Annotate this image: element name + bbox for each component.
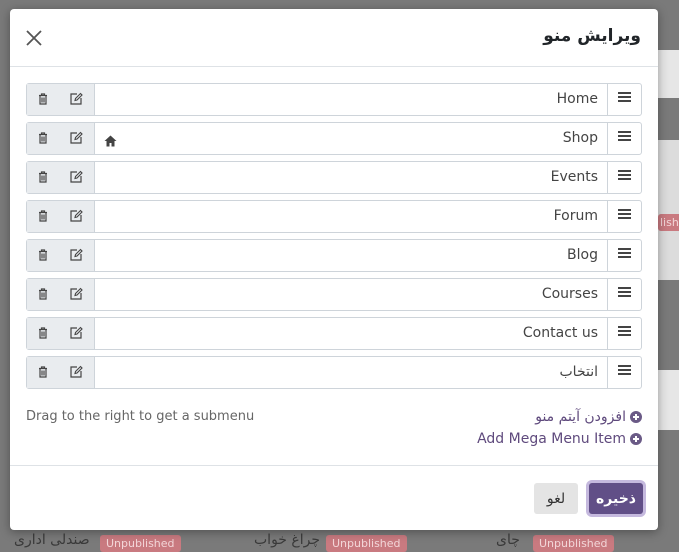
background-card	[658, 140, 679, 280]
edit-icon	[70, 248, 83, 261]
trash-icon	[39, 210, 47, 222]
menu-item-row[interactable]: Home	[26, 83, 642, 116]
drag-handle-icon	[618, 287, 631, 297]
row-actions	[27, 162, 95, 193]
edit-icon	[70, 287, 83, 300]
drag-handle-icon	[618, 326, 631, 336]
menu-item-row[interactable]: Contact us	[26, 317, 642, 350]
close-button[interactable]	[23, 27, 45, 49]
row-actions	[27, 84, 95, 115]
edit-button[interactable]	[68, 169, 84, 185]
menu-items-list: Home Shop Events Forum Blog Courses Cont…	[26, 83, 642, 395]
product-name: چراغ خواب	[254, 532, 321, 548]
trash-icon	[39, 288, 47, 300]
row-actions	[27, 240, 95, 271]
edit-icon	[70, 131, 83, 144]
edit-icon	[70, 92, 83, 105]
submenu-hint: Drag to the right to get a submenu	[26, 409, 255, 424]
trash-icon	[39, 327, 47, 339]
edit-button[interactable]	[68, 130, 84, 146]
edit-icon	[70, 170, 83, 183]
drag-handle[interactable]	[607, 357, 641, 388]
delete-button[interactable]	[35, 247, 51, 263]
edit-menu-dialog: ویرایش منو Home Shop Events Forum Blog C…	[10, 9, 658, 530]
drag-handle-icon	[618, 365, 631, 375]
plus-circle-icon	[630, 411, 642, 423]
home-icon	[104, 132, 117, 151]
menu-item-row[interactable]: Courses	[26, 278, 642, 311]
drag-handle[interactable]	[607, 84, 641, 115]
menu-item-label: Contact us	[522, 325, 598, 341]
edit-button[interactable]	[68, 325, 84, 341]
background-card	[658, 50, 679, 98]
edit-icon	[70, 365, 83, 378]
drag-handle[interactable]	[607, 162, 641, 193]
add-menu-item-link[interactable]: افزودن آیتم منو	[535, 409, 642, 425]
trash-icon	[39, 93, 47, 105]
product-name: صندلی اداری	[14, 532, 90, 548]
row-actions	[27, 279, 95, 310]
drag-handle[interactable]	[607, 318, 641, 349]
delete-button[interactable]	[35, 286, 51, 302]
menu-item-row[interactable]: Forum	[26, 200, 642, 233]
product-name: چای	[496, 532, 520, 548]
edit-button[interactable]	[68, 364, 84, 380]
menu-item-row[interactable]: Blog	[26, 239, 642, 272]
delete-button[interactable]	[35, 130, 51, 146]
menu-item-label: Courses	[541, 286, 598, 302]
row-actions	[27, 201, 95, 232]
trash-icon	[39, 366, 47, 378]
menu-item-row[interactable]: Shop	[26, 122, 642, 155]
trash-icon	[39, 171, 47, 183]
drag-handle[interactable]	[607, 123, 641, 154]
edit-icon	[70, 209, 83, 222]
row-actions	[27, 318, 95, 349]
drag-handle[interactable]	[607, 279, 641, 310]
edit-icon	[70, 326, 83, 339]
delete-button[interactable]	[35, 364, 51, 380]
dialog-header: ویرایش منو	[10, 9, 658, 67]
dialog-title: ویرایش منو	[543, 26, 641, 46]
menu-item-row[interactable]: Events	[26, 161, 642, 194]
delete-button[interactable]	[35, 325, 51, 341]
delete-button[interactable]	[35, 208, 51, 224]
drag-handle-icon	[618, 170, 631, 180]
close-icon	[26, 30, 42, 46]
add-mega-menu-item-label: Add Mega Menu Item	[477, 431, 626, 447]
menu-item-label: انتخاب	[559, 364, 599, 380]
add-mega-menu-item-link[interactable]: Add Mega Menu Item	[477, 431, 642, 447]
drag-handle[interactable]	[607, 240, 641, 271]
edit-button[interactable]	[68, 286, 84, 302]
drag-handle-icon	[618, 131, 631, 141]
delete-button[interactable]	[35, 169, 51, 185]
background-card	[658, 370, 679, 430]
menu-item-label: Events	[550, 169, 598, 185]
drag-handle-icon	[618, 92, 631, 102]
cancel-button[interactable]: لغو	[534, 483, 578, 514]
trash-icon	[39, 249, 47, 261]
menu-item-label: Forum	[553, 208, 598, 224]
delete-button[interactable]	[35, 91, 51, 107]
row-actions	[27, 357, 95, 388]
menu-item-label: Shop	[562, 130, 598, 146]
drag-handle[interactable]	[607, 201, 641, 232]
save-button[interactable]: ذخیره	[589, 483, 643, 514]
status-badge: Unpublished	[100, 535, 181, 552]
status-badge: Unpublished	[326, 535, 407, 552]
menu-item-row[interactable]: انتخاب	[26, 356, 642, 389]
plus-circle-icon	[630, 433, 642, 445]
edit-button[interactable]	[68, 208, 84, 224]
drag-handle-icon	[618, 209, 631, 219]
drag-handle-icon	[618, 248, 631, 258]
menu-item-label: Home	[556, 91, 598, 107]
edit-button[interactable]	[68, 91, 84, 107]
edit-button[interactable]	[68, 247, 84, 263]
menu-item-label: Blog	[567, 247, 598, 263]
trash-icon	[39, 132, 47, 144]
status-badge: lishe	[658, 214, 679, 231]
status-badge: Unpublished	[533, 535, 614, 552]
add-menu-item-label: افزودن آیتم منو	[535, 409, 626, 425]
dialog-footer: ذخیره لغو	[10, 465, 658, 531]
row-actions	[27, 123, 95, 154]
